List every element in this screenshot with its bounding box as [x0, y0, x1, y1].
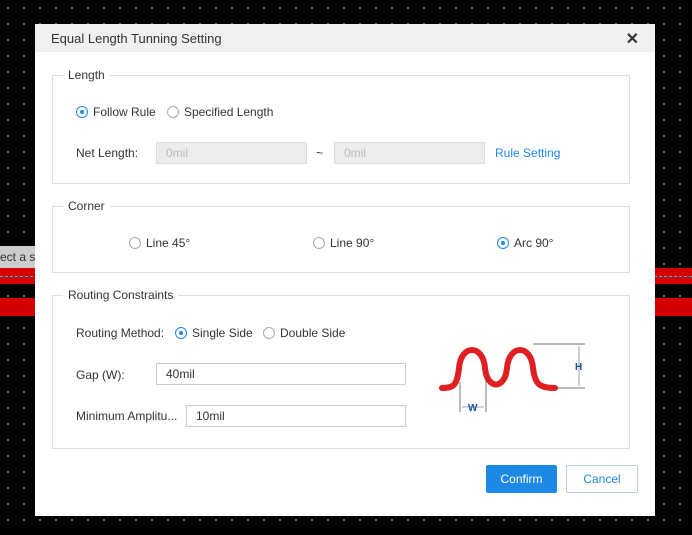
- dialog-header: Equal Length Tunning Setting: [35, 24, 655, 52]
- equal-length-dialog: Equal Length Tunning Setting ✕ Length Fo…: [35, 24, 655, 516]
- radio-icon: [313, 237, 325, 249]
- radio-icon: [129, 237, 141, 249]
- radio-label: Specified Length: [184, 105, 274, 119]
- confirm-button[interactable]: Confirm: [486, 465, 557, 493]
- radio-label: Arc 90°: [514, 236, 554, 250]
- rule-setting-link[interactable]: Rule Setting: [495, 146, 560, 160]
- cancel-button[interactable]: Cancel: [566, 465, 638, 493]
- canvas-hint: ect a st: [0, 246, 35, 268]
- length-group: Length: [52, 68, 630, 184]
- net-length-max-input[interactable]: 0mil: [334, 142, 485, 164]
- min-amplitude-label: Minimum Amplitu...: [76, 409, 178, 423]
- serpentine-diagram: H W: [439, 343, 585, 414]
- corner-legend: Corner: [68, 199, 105, 213]
- radio-label: Follow Rule: [93, 105, 156, 119]
- radio-label: Line 45°: [146, 236, 191, 250]
- length-legend: Length: [68, 68, 105, 82]
- radio-double-side[interactable]: Double Side: [263, 326, 345, 340]
- radio-follow-rule[interactable]: Follow Rule: [76, 105, 156, 119]
- radio-line-90[interactable]: Line 90°: [313, 236, 374, 250]
- radio-icon: [175, 327, 187, 339]
- radio-icon: [497, 237, 509, 249]
- close-icon[interactable]: ✕: [626, 29, 639, 49]
- min-amplitude-input[interactable]: 10mil: [186, 405, 406, 427]
- routing-method-label: Routing Method:: [76, 326, 165, 340]
- radio-icon: [167, 106, 179, 118]
- radio-label: Double Side: [280, 326, 346, 340]
- radio-arc-90[interactable]: Arc 90°: [497, 236, 553, 250]
- dialog-title: Equal Length Tunning Setting: [51, 30, 222, 46]
- radio-line-45[interactable]: Line 45°: [129, 236, 190, 250]
- width-label: W: [468, 403, 478, 414]
- radio-single-side[interactable]: Single Side: [175, 326, 253, 340]
- gap-label: Gap (W):: [76, 368, 125, 382]
- net-length-label: Net Length:: [76, 146, 139, 160]
- radio-icon: [76, 106, 88, 118]
- radio-label: Single Side: [192, 326, 253, 340]
- routing-legend: Routing Constraints: [68, 288, 174, 302]
- net-length-min-input[interactable]: 0mil: [156, 142, 307, 164]
- height-label: H: [575, 362, 582, 373]
- range-separator: ~: [316, 146, 324, 160]
- gap-input[interactable]: 40mil: [156, 363, 406, 385]
- radio-specified-length[interactable]: Specified Length: [167, 105, 273, 119]
- radio-icon: [263, 327, 275, 339]
- serpentine-trace: [439, 347, 558, 391]
- radio-label: Line 90°: [330, 236, 375, 250]
